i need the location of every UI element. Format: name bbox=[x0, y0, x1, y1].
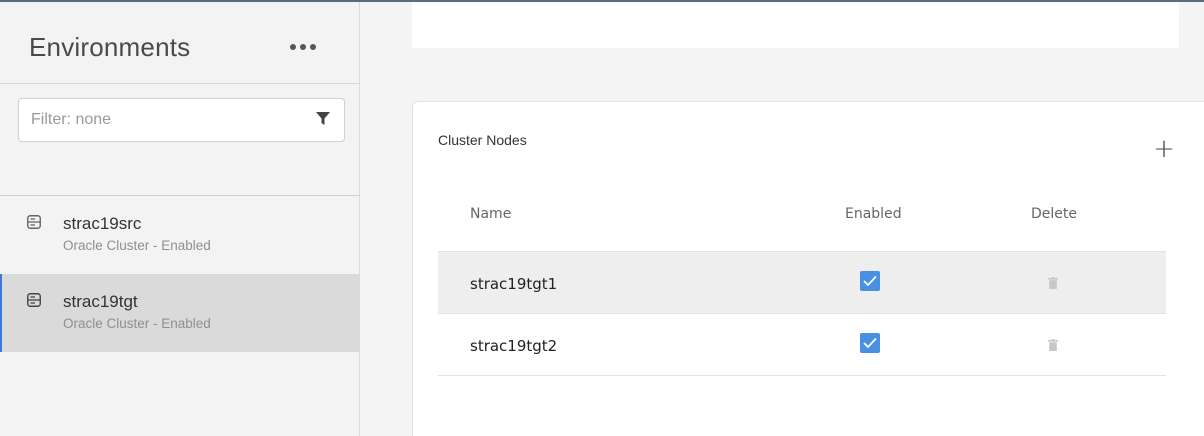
trash-icon[interactable] bbox=[1048, 277, 1058, 289]
checkmark-icon bbox=[863, 275, 877, 287]
node-name: strac19tgt1 bbox=[470, 275, 558, 293]
node-name: strac19tgt2 bbox=[470, 337, 558, 355]
environment-name: strac19src bbox=[63, 214, 142, 233]
table-header: Name Enabled Delete bbox=[438, 192, 1166, 252]
column-header-enabled[interactable]: Enabled bbox=[845, 206, 902, 222]
checkmark-icon bbox=[863, 337, 877, 349]
environment-item-strac19tgt[interactable]: strac19tgt Oracle Cluster - Enabled bbox=[0, 274, 360, 352]
cluster-nodes-title: Cluster Nodes bbox=[438, 132, 527, 148]
server-icon bbox=[27, 215, 41, 229]
environment-name: strac19tgt bbox=[63, 292, 138, 311]
column-header-name[interactable]: Name bbox=[470, 206, 511, 222]
enabled-checkbox[interactable] bbox=[860, 271, 880, 291]
filter-input[interactable] bbox=[31, 99, 301, 141]
filter-funnel-icon[interactable] bbox=[316, 112, 330, 126]
table-row[interactable]: strac19tgt2 bbox=[438, 314, 1166, 376]
environment-subtitle: Oracle Cluster - Enabled bbox=[63, 316, 211, 331]
environment-subtitle: Oracle Cluster - Enabled bbox=[63, 238, 211, 253]
header-card bbox=[412, 2, 1179, 48]
filter-box bbox=[18, 98, 345, 142]
enabled-checkbox[interactable] bbox=[860, 333, 880, 353]
trash-icon[interactable] bbox=[1048, 339, 1058, 351]
environment-item-strac19src[interactable]: strac19src Oracle Cluster - Enabled bbox=[0, 196, 360, 274]
table-row[interactable]: strac19tgt1 bbox=[438, 252, 1166, 314]
environments-sidebar: Environments strac19src Oracle Cluster -… bbox=[0, 2, 360, 436]
sidebar-header: Environments bbox=[0, 2, 360, 84]
server-icon bbox=[27, 293, 41, 307]
column-header-delete[interactable]: Delete bbox=[1031, 206, 1077, 222]
cluster-nodes-card: Cluster Nodes + Name Enabled Delete stra… bbox=[412, 101, 1204, 436]
sidebar-title: Environments bbox=[29, 32, 191, 62]
plus-icon[interactable]: + bbox=[1150, 135, 1178, 163]
more-horizontal-icon[interactable] bbox=[290, 40, 326, 54]
